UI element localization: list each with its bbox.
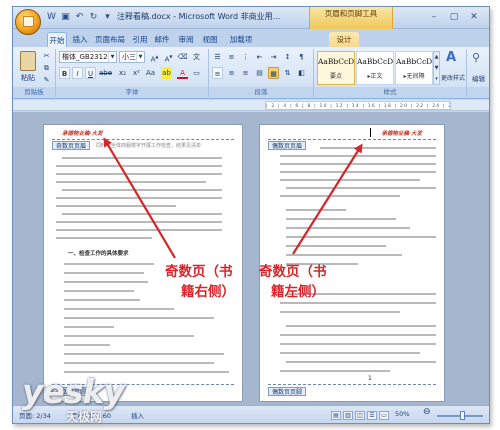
clear-format-icon[interactable]: ⌫ — [177, 51, 188, 63]
superscript-icon[interactable]: x² — [131, 67, 142, 79]
even-page-annotation-line2: 籍左侧） — [271, 284, 325, 300]
close-icon[interactable]: ✕ — [465, 10, 483, 24]
bullets-icon[interactable]: ☰ — [212, 51, 223, 63]
multilevel-list-icon[interactable]: ⋮ — [240, 51, 251, 63]
tab-home[interactable]: 开始 — [47, 32, 67, 47]
title-bar: W ▣ ↶ ↻ ▾ 注释看稿.docx - Microsoft Word 非商业… — [13, 7, 489, 35]
font-group-label: 字体 — [56, 87, 208, 98]
paste-button[interactable]: 粘贴 — [17, 49, 39, 85]
style-gallery-scroll[interactable]: ▲ ▼ ▾ — [433, 51, 440, 85]
tab-page-layout[interactable]: 页面布局 — [93, 32, 127, 47]
office-logo-icon — [23, 16, 34, 27]
ribbon: 粘贴 ✂ ⧉ ✎ 剪贴板 楷体_GB2312 ▼ 小三 ▼ A▲ A▼ ⌫ 文 B … — [13, 47, 489, 99]
align-center-icon[interactable]: ≡ — [226, 67, 237, 79]
ruler-scale: | 2 | 4 | 6 | 8 | 10 | 12 | 14 | 16 | 18… — [265, 101, 451, 110]
yesky-watermark-logo: yesky 天极网 — [22, 372, 137, 428]
bold-button[interactable]: B — [59, 67, 70, 79]
change-styles-button[interactable]: A 更改样式 — [441, 49, 465, 86]
watermark-subtext: 天极网 — [66, 410, 103, 424]
editing-button[interactable]: ⚲ 编辑 — [468, 49, 489, 86]
odd-page-annotation-line1: 奇数页（书 — [165, 264, 233, 280]
watermark-text: yesky — [22, 372, 125, 411]
undo-icon[interactable]: ↶ — [73, 11, 86, 24]
increase-indent-icon[interactable]: ⇥ — [268, 51, 279, 63]
binoculars-icon: ⚲ — [472, 51, 481, 64]
font-name-combo[interactable]: 楷体_GB2312 ▼ — [59, 51, 117, 63]
document-workspace: 承德物业稿·大发 奇数页页眉 同时对全体商服楼宇开展工作检查，结果见清单 一、检… — [13, 112, 489, 405]
word-logo-icon: W — [47, 12, 56, 22]
minimize-icon[interactable]: – — [425, 10, 443, 24]
zoom-level[interactable]: 50% — [395, 410, 409, 418]
tab-add-ins[interactable]: 加载项 — [227, 32, 255, 47]
paragraph-group-label: 段落 — [209, 87, 313, 98]
zoom-out-icon[interactable]: ⊖ — [423, 407, 431, 417]
style-no-spacing[interactable]: AaBbCcDd ▸无间隔 — [395, 51, 433, 85]
styles-group-label: 样式 — [314, 87, 466, 98]
paste-icon — [20, 51, 36, 71]
shading-icon[interactable]: ◧ — [296, 67, 307, 79]
draft-view-icon[interactable]: ▭ — [379, 411, 389, 420]
grow-font-icon[interactable]: A▲ — [149, 51, 160, 63]
italic-button[interactable]: I — [72, 67, 83, 79]
editing-label: 编辑 — [472, 75, 485, 83]
print-layout-view-icon[interactable]: ▤ — [331, 411, 341, 420]
header-footer-tools-group: 页眉和页脚工具 — [309, 7, 393, 29]
font-size-combo[interactable]: 小三 ▼ — [119, 51, 145, 63]
highlight-icon[interactable]: ab — [161, 67, 172, 79]
full-screen-view-icon[interactable]: ▥ — [343, 411, 353, 420]
save-icon[interactable]: ▣ — [59, 11, 72, 24]
tab-mailings[interactable]: 邮件 — [153, 32, 171, 47]
subscript-icon[interactable]: x₂ — [117, 67, 128, 79]
font-color-icon[interactable]: A — [177, 67, 188, 79]
align-left-icon[interactable]: ≡ — [212, 67, 223, 79]
underline-button[interactable]: U — [85, 67, 96, 79]
office-button[interactable] — [15, 9, 41, 35]
tab-references[interactable]: 引用 — [131, 32, 149, 47]
strikethrough-icon[interactable]: abe — [99, 67, 112, 79]
maximize-icon[interactable]: ▢ — [445, 10, 463, 24]
even-page-annotation-line1: 奇数页（书 — [259, 264, 327, 280]
justify-icon[interactable]: ▤ — [254, 67, 265, 79]
phonetic-guide-icon[interactable]: 文 — [191, 51, 202, 63]
zoom-slider-thumb[interactable] — [460, 411, 465, 420]
style-normal[interactable]: AaBbCcDd ▸正文 — [356, 51, 394, 85]
chevron-down-icon: ▼ — [136, 52, 144, 62]
tab-view[interactable]: 视图 — [201, 32, 219, 47]
clipboard-group-label: 剪贴板 — [13, 87, 55, 98]
line-spacing-icon[interactable]: ⇅ — [282, 67, 293, 79]
show-marks-icon[interactable]: ¶ — [296, 51, 307, 63]
change-case-icon[interactable]: Aa — [145, 67, 156, 79]
decrease-indent-icon[interactable]: ⇤ — [254, 51, 265, 63]
odd-page-arrow — [103, 137, 176, 259]
copy-icon[interactable]: ⧉ — [41, 62, 52, 74]
editing-group-label — [467, 87, 489, 98]
annotation-arrows — [103, 137, 363, 259]
horizontal-ruler[interactable]: | 2 | 4 | 6 | 8 | 10 | 12 | 14 | 16 | 18… — [13, 100, 489, 111]
quick-access-dropdown-icon[interactable]: ▾ — [101, 11, 114, 24]
chevron-down-icon: ▼ — [108, 52, 116, 62]
shrink-font-icon[interactable]: A▼ — [163, 51, 174, 63]
sort-icon[interactable]: ↕ — [282, 51, 293, 63]
even-page-arrow — [292, 143, 363, 255]
outline-view-icon[interactable]: ☰ — [367, 411, 377, 420]
character-border-icon[interactable]: ▭ — [191, 67, 202, 79]
tab-design[interactable]: 设计 — [329, 32, 359, 47]
ribbon-tab-bar: 开始 插入 页面布局 引用 邮件 审阅 视图 加载项 设计 — [13, 29, 489, 47]
style-emphasis[interactable]: AaBbCcDd 要点 — [317, 51, 355, 85]
redo-icon[interactable]: ↻ — [87, 11, 100, 24]
tab-review[interactable]: 审阅 — [177, 32, 195, 47]
cut-icon[interactable]: ✂ — [41, 50, 52, 62]
odd-page-annotation-line2: 籍右侧） — [181, 284, 235, 300]
align-right-icon[interactable]: ≡ — [240, 67, 251, 79]
web-layout-view-icon[interactable]: ◫ — [355, 411, 365, 420]
tab-insert[interactable]: 插入 — [71, 32, 89, 47]
paste-label: 粘贴 — [21, 74, 35, 82]
distributed-align-icon[interactable]: ▦ — [268, 67, 279, 79]
change-styles-label: 更改样式 — [441, 75, 466, 82]
word-window: W ▣ ↶ ↻ ▾ 注释看稿.docx - Microsoft Word 非商业… — [12, 6, 490, 424]
numbering-icon[interactable]: ≡ — [226, 51, 237, 63]
change-styles-icon: A — [446, 50, 457, 65]
window-title: 注释看稿.docx - Microsoft Word 非商业用... — [117, 12, 281, 21]
format-painter-icon[interactable]: ✎ — [41, 74, 52, 86]
